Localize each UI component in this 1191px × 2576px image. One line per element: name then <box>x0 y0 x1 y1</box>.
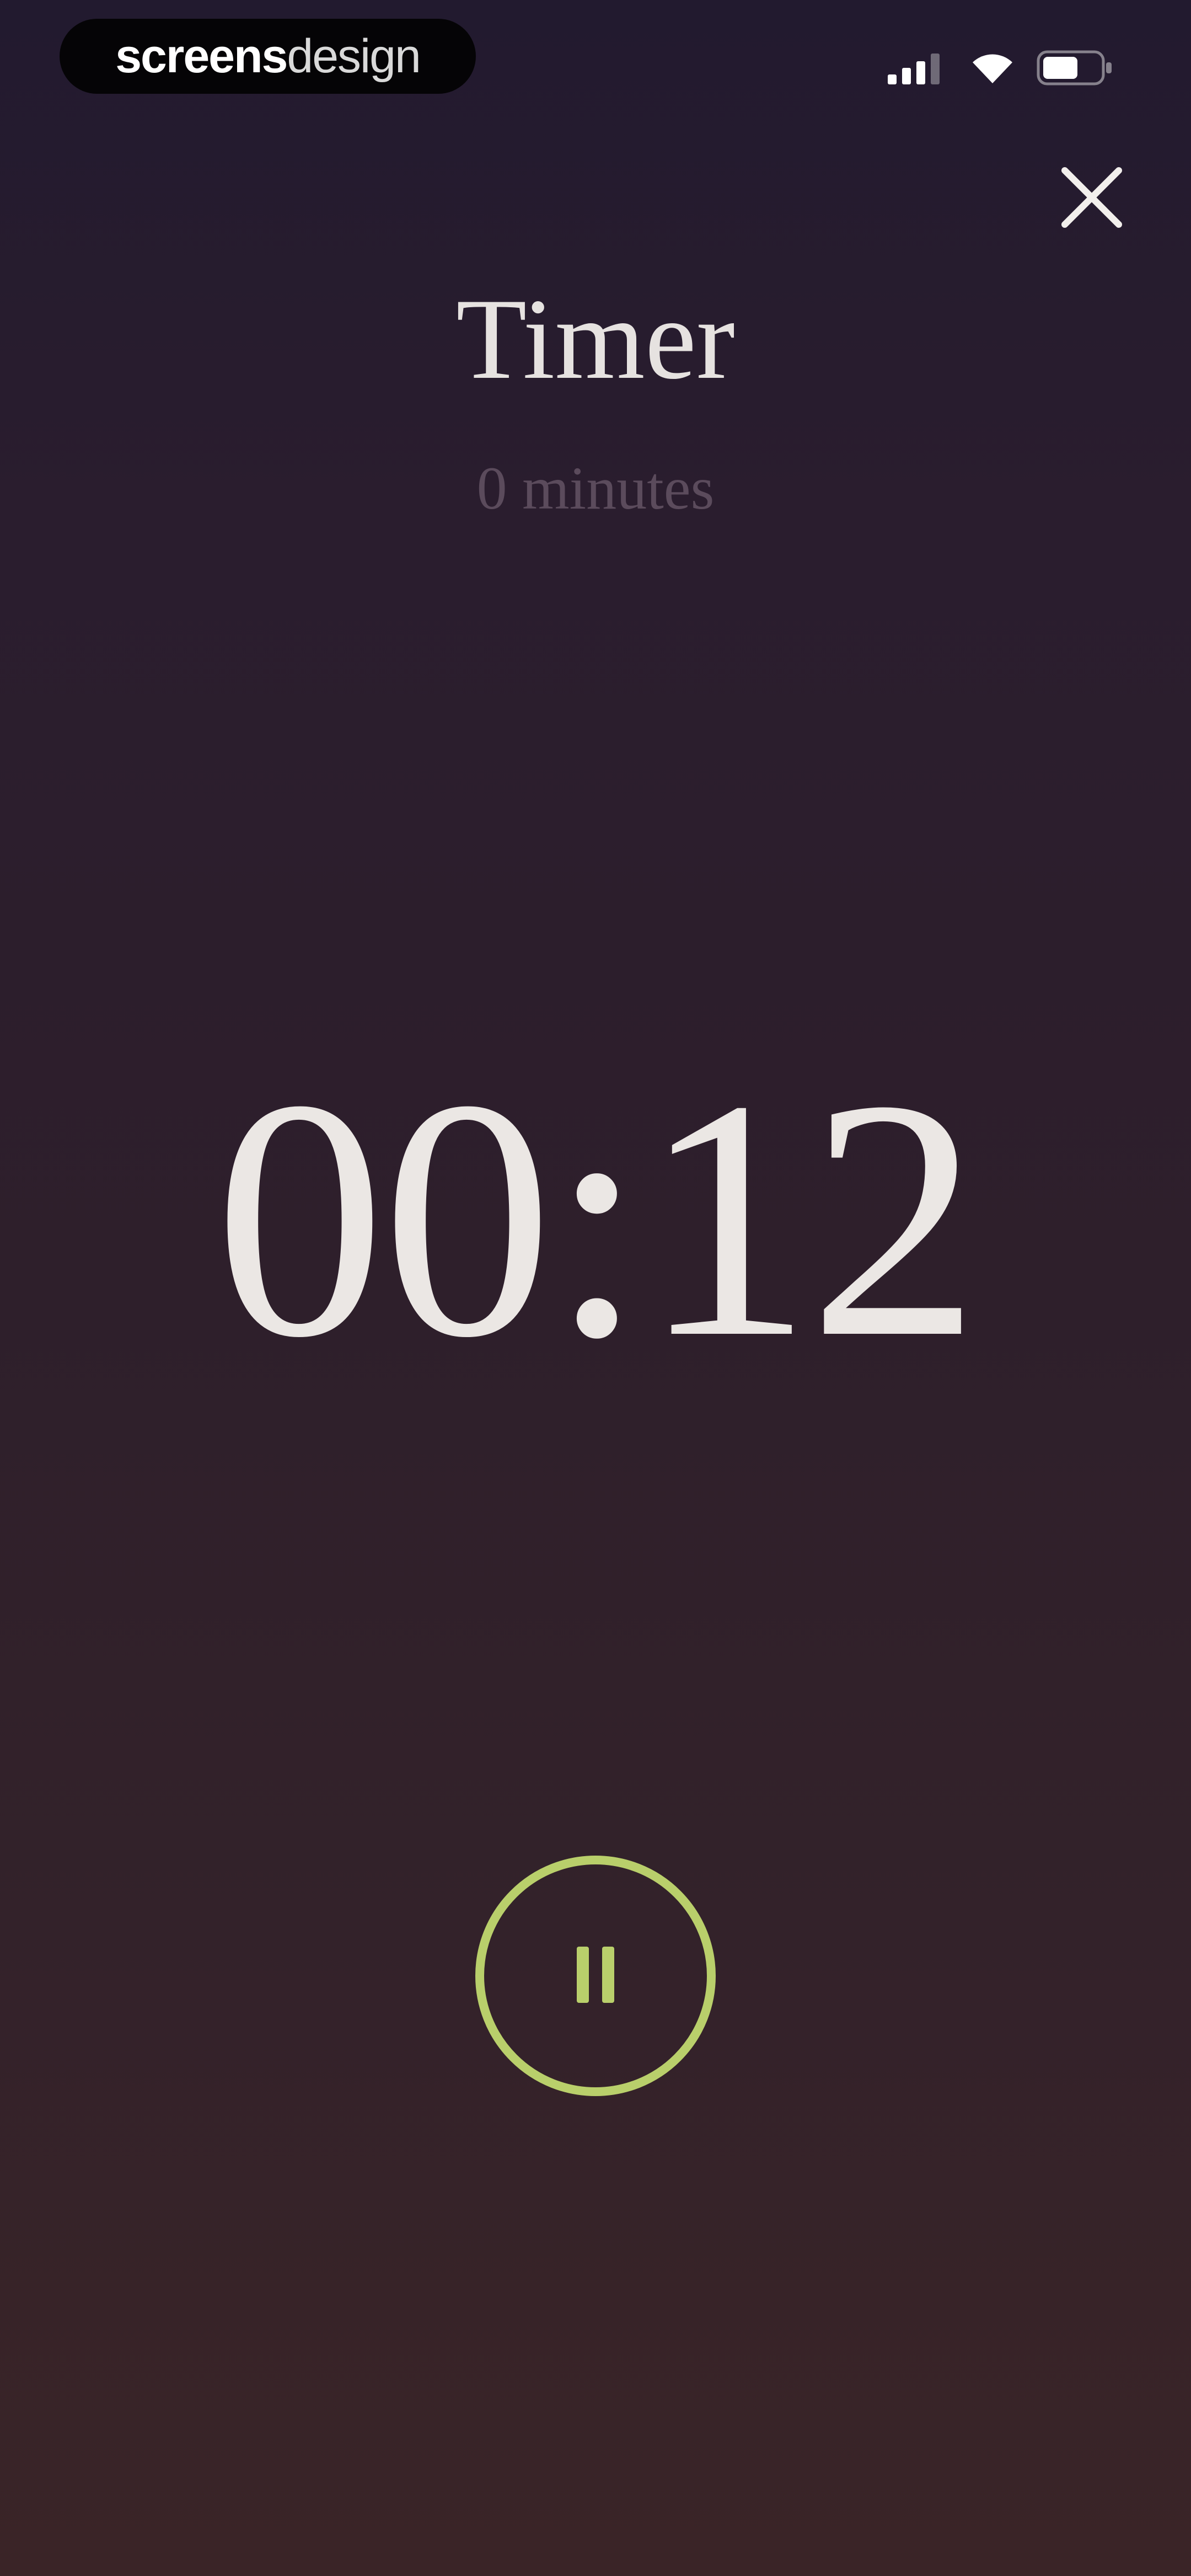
pause-icon <box>573 1944 618 2008</box>
close-icon <box>1061 167 1122 231</box>
status-bar: screens design <box>0 0 1191 110</box>
duration-subtitle: 0 minutes <box>476 455 715 522</box>
close-button[interactable] <box>1048 154 1136 243</box>
battery-icon <box>1037 50 1114 88</box>
signal-icon <box>888 51 948 87</box>
pause-button[interactable] <box>475 1856 716 2096</box>
wifi-icon <box>970 51 1015 87</box>
status-icons <box>888 44 1114 94</box>
brand-logo-part2: design <box>287 30 421 83</box>
page-title: Timer <box>456 275 735 403</box>
brand-logo: screens design <box>60 19 476 94</box>
timer-display: 00:12 <box>214 1030 980 1408</box>
brand-logo-part1: screens <box>115 30 288 83</box>
